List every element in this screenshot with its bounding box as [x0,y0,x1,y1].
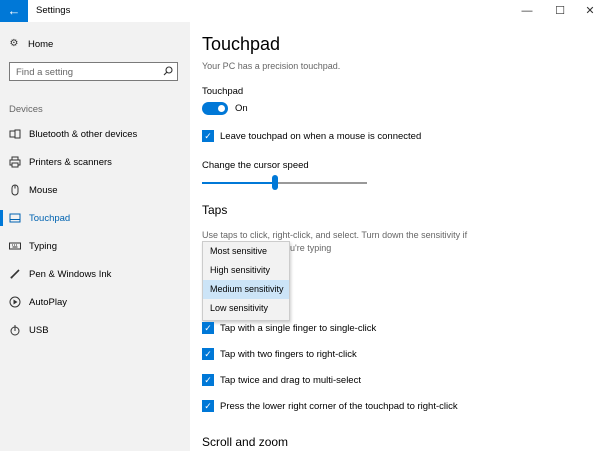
toggle-state-text: On [235,103,248,114]
tap-single-finger-label: Tap with a single finger to single-click [220,322,377,334]
tap-single-finger-row[interactable]: ✓ Tap with a single finger to single-cli… [202,321,376,335]
toggle-knob [218,105,225,112]
nav-home[interactable]: ⚙ Home [8,36,54,52]
lower-right-corner-row[interactable]: ✓ Press the lower right corner of the to… [202,399,458,413]
touchpad-icon [9,212,21,224]
sidebar-item-label: Touchpad [29,212,71,224]
minimize-button[interactable]: — [512,0,542,22]
lower-right-corner-label: Press the lower right corner of the touc… [220,400,458,412]
sensitivity-option-selected[interactable]: Medium sensitivity [203,280,289,299]
sidebar-item-label: Typing [29,240,57,252]
pen-icon [9,268,21,280]
sidebar-item-typing[interactable]: Typing [0,234,190,258]
back-arrow-icon: ← [7,3,21,18]
minimize-icon: — [521,5,533,17]
tap-twice-drag-label: Tap twice and drag to multi-select [220,374,361,386]
touchpad-toggle-label: Touchpad [202,86,244,97]
lower-right-corner-checkbox[interactable]: ✓ [202,400,214,412]
cursor-speed-slider[interactable] [202,182,367,184]
tap-twice-drag-checkbox[interactable]: ✓ [202,374,214,386]
sidebar-item-bluetooth[interactable]: Bluetooth & other devices [0,122,190,146]
sidebar-item-printers[interactable]: Printers & scanners [0,150,190,174]
slider-fill [202,182,275,184]
search-input[interactable] [16,66,156,78]
sensitivity-option[interactable]: Most sensitive [203,242,289,261]
close-button[interactable]: ✕ [575,0,600,22]
sensitivity-option[interactable]: Low sensitivity [203,299,289,318]
slider-thumb[interactable] [271,175,278,190]
sensitivity-option[interactable]: High sensitivity [203,261,289,280]
sidebar-item-pen[interactable]: Pen & Windows Ink [0,262,190,286]
sidebar: ⚙ Home Devices Bluetooth & other devices… [0,22,190,451]
cursor-speed-label: Change the cursor speed [202,160,309,171]
printer-icon [9,156,21,168]
tap-single-finger-checkbox[interactable]: ✓ [202,322,214,334]
leave-on-checkbox-row[interactable]: ✓ Leave touchpad on when a mouse is conn… [202,129,421,143]
maximize-icon: ☐ [555,5,565,17]
leave-on-label: Leave touchpad on when a mouse is connec… [220,130,422,142]
sidebar-item-label: AutoPlay [29,296,68,308]
usb-icon [9,324,21,336]
main-content: Touchpad Your PC has a precision touchpa… [190,22,600,451]
gear-icon: ⚙ [9,38,19,49]
keyboard-icon [9,240,21,252]
section-label-devices: Devices [9,104,43,115]
maximize-button[interactable]: ☐ [545,0,575,22]
search-icon[interactable] [163,66,173,79]
sidebar-item-label: Bluetooth & other devices [29,128,138,140]
sidebar-item-autoplay[interactable]: AutoPlay [0,290,190,314]
tap-two-fingers-row[interactable]: ✓ Tap with two fingers to right-click [202,347,357,361]
tap-two-fingers-label: Tap with two fingers to right-click [220,348,357,360]
search-box[interactable] [9,62,178,81]
autoplay-icon [9,296,21,308]
tap-two-fingers-checkbox[interactable]: ✓ [202,348,214,360]
sidebar-item-mouse[interactable]: Mouse [0,178,190,202]
sidebar-item-label: Printers & scanners [29,156,112,168]
title-bar: ← Settings — ☐ ✕ [0,0,600,22]
page-title: Touchpad [202,34,281,54]
back-button[interactable]: ← [0,0,28,22]
bluetooth-icon [9,128,21,140]
leave-on-checkbox[interactable]: ✓ [202,130,214,142]
nav-home-label: Home [28,38,54,50]
tap-twice-drag-row[interactable]: ✓ Tap twice and drag to multi-select [202,373,361,387]
scroll-zoom-heading: Scroll and zoom [202,435,289,449]
sensitivity-dropdown[interactable]: Most sensitive High sensitivity Medium s… [202,241,290,321]
taps-heading: Taps [202,203,228,217]
window-title: Settings [36,5,71,16]
touchpad-toggle[interactable] [202,102,228,115]
mouse-icon [9,184,21,196]
sidebar-item-label: Mouse [29,184,58,196]
sidebar-item-usb[interactable]: USB [0,318,190,342]
sidebar-item-touchpad[interactable]: Touchpad [0,206,190,230]
page-subtitle: Your PC has a precision touchpad. [202,61,341,71]
close-icon: ✕ [585,5,595,17]
sidebar-item-label: Pen & Windows Ink [29,268,112,280]
sidebar-item-label: USB [29,324,49,336]
